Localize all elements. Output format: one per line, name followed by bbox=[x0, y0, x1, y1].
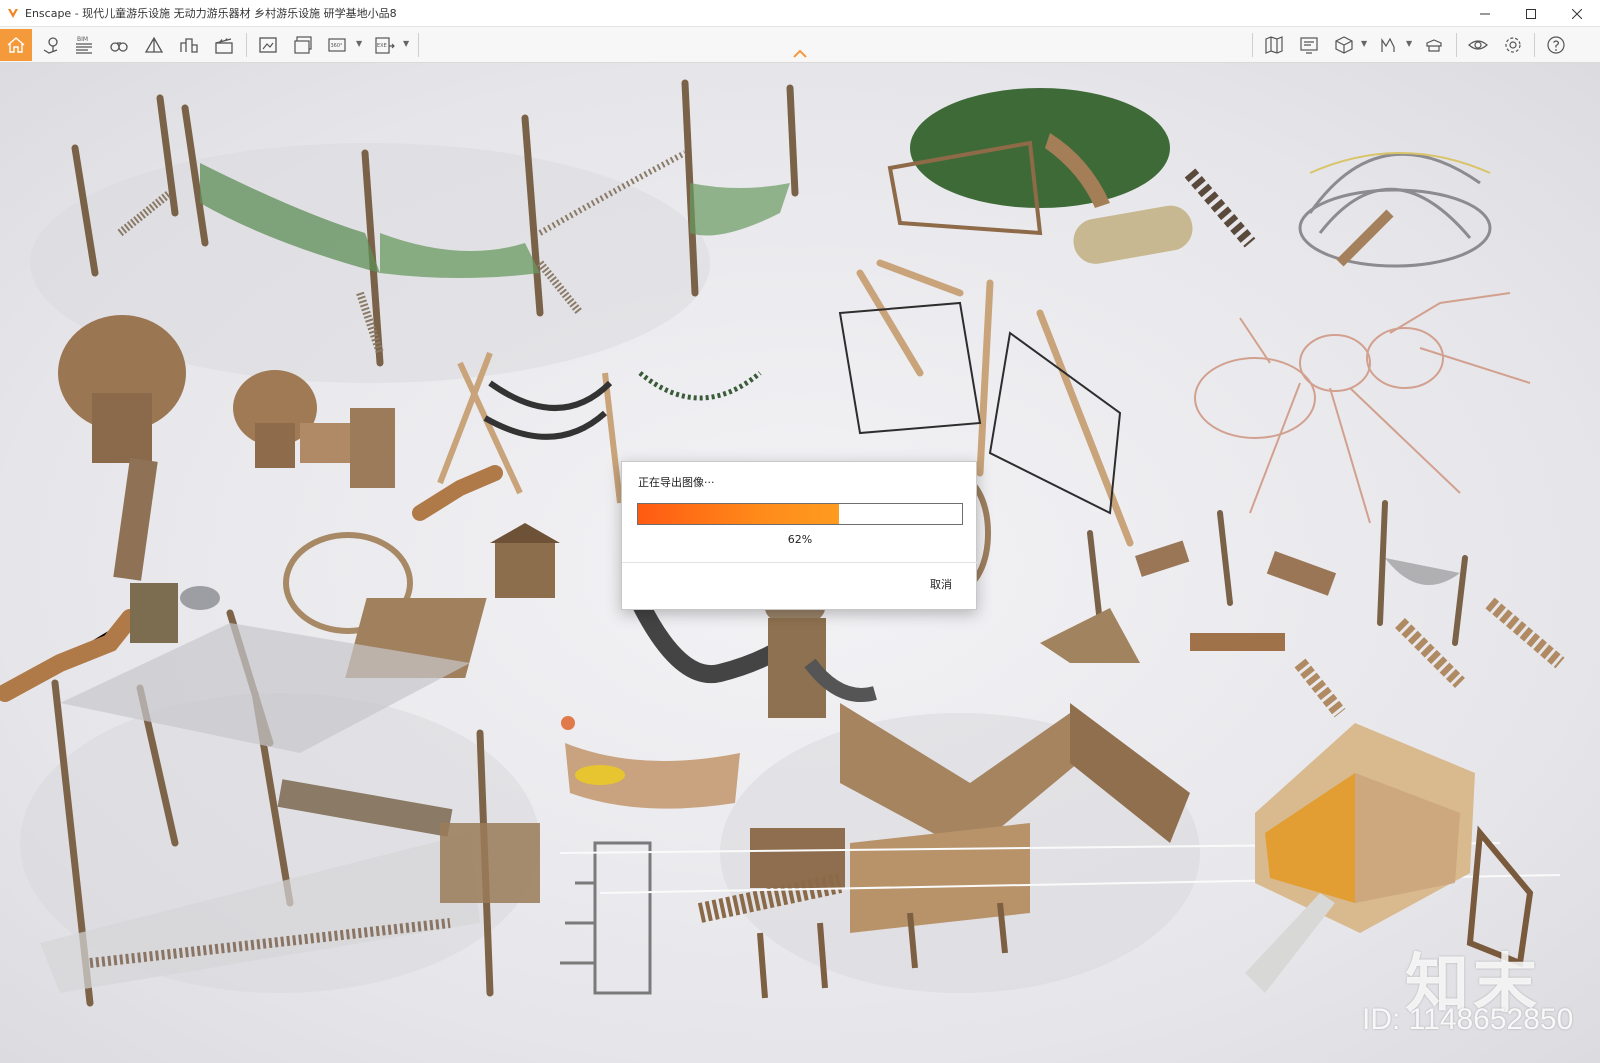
ant-sculpture bbox=[1194, 292, 1531, 524]
progress-bar-fill bbox=[638, 504, 839, 524]
enscape-logo-icon bbox=[8, 9, 18, 18]
window-title: Enscape - 现代儿童游乐设施 无动力游乐器材 乡村游乐设施 研学基地小品… bbox=[25, 7, 397, 20]
window-controls bbox=[1462, 0, 1600, 27]
cube-icon bbox=[1335, 36, 1353, 54]
binoculars-icon bbox=[110, 42, 128, 52]
export-dropdown-icon[interactable]: ▼ bbox=[403, 39, 409, 48]
panorama-label: 360° bbox=[331, 43, 344, 49]
export-progress-dialog: 正在导出图像··· 62% 取消 bbox=[621, 461, 978, 610]
enscape-window: Enscape - 现代儿童游乐设施 无动力游乐器材 乡村游乐设施 研学基地小品… bbox=[0, 0, 1600, 1063]
green-net bbox=[690, 183, 790, 236]
minimize-button[interactable] bbox=[1462, 0, 1508, 27]
tent-icon bbox=[144, 36, 164, 53]
dialog-title: 正在导出图像··· bbox=[638, 476, 715, 489]
cube-button[interactable] bbox=[1328, 29, 1360, 61]
chart-icon bbox=[1381, 37, 1395, 52]
close-icon bbox=[1572, 8, 1582, 19]
bim-label: BIM bbox=[77, 36, 88, 43]
gear-icon bbox=[1505, 37, 1521, 53]
close-button[interactable] bbox=[1554, 0, 1600, 27]
toolbar-separator bbox=[1252, 33, 1253, 57]
export-exe-icon: EXE bbox=[375, 37, 395, 54]
clapper-button[interactable] bbox=[208, 29, 240, 61]
cube-dropdown-icon[interactable]: ▼ bbox=[1361, 39, 1367, 48]
toolbar-separator bbox=[1534, 33, 1535, 57]
binoculars-button[interactable] bbox=[103, 29, 135, 61]
stepping-stone bbox=[180, 586, 220, 610]
batch-render-button[interactable] bbox=[287, 29, 319, 61]
batch-render-icon bbox=[294, 36, 312, 54]
clapper-icon bbox=[215, 38, 233, 54]
buildings-icon bbox=[180, 38, 198, 53]
map-button[interactable] bbox=[1258, 29, 1290, 61]
bim-icon: BIM bbox=[76, 36, 92, 54]
monitor-button[interactable] bbox=[1293, 29, 1325, 61]
home-icon bbox=[7, 37, 25, 53]
balloon-decor bbox=[561, 716, 575, 730]
collapse-toolbar-chevron-icon[interactable] bbox=[792, 49, 808, 59]
right-rope-bridge bbox=[1040, 500, 1565, 718]
render-image-icon bbox=[259, 37, 277, 53]
hat-icon bbox=[1426, 39, 1442, 52]
panorama-button[interactable]: 360° bbox=[322, 29, 354, 61]
map-icon bbox=[1265, 36, 1283, 54]
bim-button[interactable]: BIM bbox=[68, 29, 100, 61]
geodesic-dome bbox=[1298, 152, 1492, 268]
tire-ladder bbox=[1184, 168, 1256, 248]
hat-button[interactable] bbox=[1418, 29, 1450, 61]
views-button[interactable] bbox=[35, 29, 67, 61]
cancel-button[interactable]: 取消 bbox=[930, 576, 952, 592]
panorama-360-icon: 360° bbox=[328, 38, 346, 52]
monitor-icon bbox=[1300, 37, 1318, 54]
export-exe-button[interactable]: EXE bbox=[368, 29, 400, 61]
maximize-icon bbox=[1526, 8, 1536, 19]
progress-percentage: 62% bbox=[787, 533, 813, 546]
climbing-frame-small bbox=[560, 841, 652, 995]
home-button[interactable] bbox=[0, 29, 32, 61]
dialog-divider bbox=[622, 562, 978, 563]
log-stumps bbox=[412, 465, 503, 521]
panorama-dropdown-icon[interactable]: ▼ bbox=[356, 39, 362, 48]
eye-icon bbox=[1468, 40, 1488, 50]
chart-dropdown-icon[interactable]: ▼ bbox=[1406, 39, 1412, 48]
render-image-button[interactable] bbox=[252, 29, 284, 61]
toolbar-separator bbox=[1456, 33, 1457, 57]
help-icon bbox=[1547, 36, 1565, 54]
maximize-button[interactable] bbox=[1508, 0, 1554, 27]
title-bar: Enscape - 现代儿童游乐设施 无动力游乐器材 乡村游乐设施 研学基地小品… bbox=[0, 0, 1600, 27]
buildings-button[interactable] bbox=[173, 29, 205, 61]
exe-label: EXE bbox=[377, 43, 387, 49]
progress-bar bbox=[637, 503, 963, 525]
location-pin-icon bbox=[43, 37, 58, 54]
green-hill-play bbox=[887, 88, 1193, 264]
watermark-id: ID: 1148652850 bbox=[1362, 1003, 1574, 1036]
chart-button[interactable] bbox=[1373, 29, 1405, 61]
sign-emblem bbox=[575, 765, 625, 785]
toolbar-separator bbox=[418, 33, 419, 57]
toolbar-separator bbox=[246, 33, 247, 57]
eye-button[interactable] bbox=[1462, 29, 1494, 61]
cargo-net-block bbox=[130, 583, 178, 643]
settings-button[interactable] bbox=[1497, 29, 1529, 61]
minimize-icon bbox=[1480, 13, 1490, 14]
help-button[interactable] bbox=[1540, 29, 1572, 61]
tent-button[interactable] bbox=[138, 29, 170, 61]
